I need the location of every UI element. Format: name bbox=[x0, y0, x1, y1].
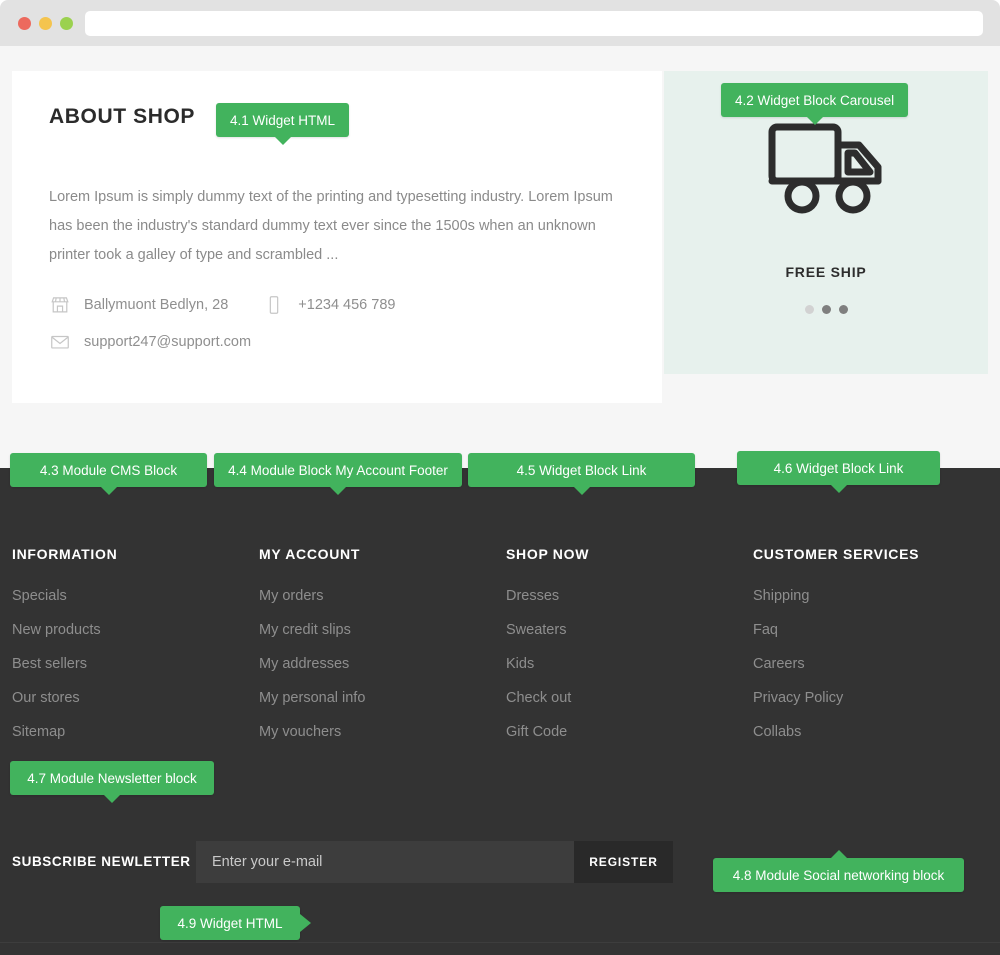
annotation-badge-4-5: 4.5 Widget Block Link bbox=[468, 453, 695, 495]
footer-heading-my-account: MY ACCOUNT bbox=[259, 546, 361, 562]
annotation-badge-4-6: 4.6 Widget Block Link bbox=[737, 451, 940, 493]
about-shop-description: Lorem Ipsum is simply dummy text of the … bbox=[49, 189, 613, 263]
footer-link-new-products[interactable]: New products bbox=[12, 622, 101, 638]
contact-phone: +1234 456 789 bbox=[263, 294, 395, 316]
list-item: Best sellers bbox=[12, 655, 117, 673]
list-item: Specials bbox=[12, 587, 117, 605]
footer-link-shipping[interactable]: Shipping bbox=[753, 588, 809, 604]
close-window-button[interactable] bbox=[18, 17, 31, 30]
contact-email-text: support247@support.com bbox=[84, 334, 252, 350]
footer-link-best-sellers[interactable]: Best sellers bbox=[12, 656, 87, 672]
footer-link-our-stores[interactable]: Our stores bbox=[12, 690, 80, 706]
contact-row-address-phone: Ballymuont Bedlyn, 28 +1234 456 789 bbox=[49, 294, 395, 316]
browser-window: ABOUT SHOP Lorem Ipsum is simply dummy t… bbox=[0, 0, 1000, 955]
list-item: Our stores bbox=[12, 689, 117, 707]
newsletter-label: SUBSCRIBE NEWLETTER bbox=[12, 854, 191, 869]
list-item: Sweaters bbox=[506, 621, 589, 639]
contact-info: Ballymuont Bedlyn, 28 +1234 456 789 supp… bbox=[49, 294, 395, 368]
carousel-dots bbox=[664, 305, 988, 314]
copyright-bar: © Copyright 2016 Leo Boutique. Powered b… bbox=[0, 942, 1000, 955]
footer-link-my-vouchers[interactable]: My vouchers bbox=[259, 724, 341, 740]
annotation-badge-4-3: 4.3 Module CMS Block bbox=[10, 453, 207, 495]
about-shop-header: ABOUT SHOP bbox=[49, 105, 195, 129]
contact-row-email: support247@support.com bbox=[49, 331, 395, 353]
list-item: Careers bbox=[753, 655, 919, 673]
page-title: ABOUT SHOP bbox=[49, 105, 196, 128]
contact-phone-text: +1234 456 789 bbox=[298, 297, 396, 313]
list-item: Faq bbox=[753, 621, 919, 639]
annotation-badge-4-4: 4.4 Module Block My Account Footer bbox=[214, 453, 462, 495]
footer-link-dresses[interactable]: Dresses bbox=[506, 588, 559, 604]
list-item: Dresses bbox=[506, 587, 589, 605]
footer-column-customer-services: CUSTOMER SERVICES Shipping Faq Careers P… bbox=[753, 546, 919, 757]
contact-email: support247@support.com bbox=[49, 331, 251, 353]
list-item: My orders bbox=[259, 587, 365, 605]
footer-list-my-account: My orders My credit slips My addresses M… bbox=[259, 587, 365, 741]
carousel-slide-label: FREE SHIP bbox=[785, 264, 867, 280]
phone-icon bbox=[263, 294, 285, 316]
list-item: My vouchers bbox=[259, 723, 365, 741]
contact-address-text: Ballymuont Bedlyn, 28 bbox=[84, 297, 229, 313]
footer-heading-shop-now: SHOP NOW bbox=[506, 546, 590, 562]
footer-heading-customer-services: CUSTOMER SERVICES bbox=[753, 546, 920, 562]
footer-link-privacy-policy[interactable]: Privacy Policy bbox=[753, 690, 843, 706]
footer-link-sitemap[interactable]: Sitemap bbox=[12, 724, 65, 740]
store-icon bbox=[49, 294, 71, 316]
list-item: My credit slips bbox=[259, 621, 365, 639]
list-item: Privacy Policy bbox=[753, 689, 919, 707]
footer-link-my-orders[interactable]: My orders bbox=[259, 588, 323, 604]
contact-address: Ballymuont Bedlyn, 28 bbox=[49, 294, 228, 316]
annotation-badge-4-2: 4.2 Widget Block Carousel bbox=[721, 83, 909, 125]
list-item: My personal info bbox=[259, 689, 365, 707]
maximize-window-button[interactable] bbox=[60, 17, 73, 30]
page-viewport: ABOUT SHOP Lorem Ipsum is simply dummy t… bbox=[0, 46, 1000, 955]
footer-column-shop-now: SHOP NOW Dresses Sweaters Kids Check out… bbox=[506, 546, 589, 757]
carousel-dot-1[interactable] bbox=[804, 305, 814, 314]
footer-column-my-account: MY ACCOUNT My orders My credit slips My … bbox=[259, 546, 365, 757]
list-item: Sitemap bbox=[12, 723, 117, 741]
footer-column-information: INFORMATION Specials New products Best s… bbox=[12, 546, 117, 757]
browser-chrome bbox=[0, 0, 1000, 46]
footer-link-my-addresses[interactable]: My addresses bbox=[259, 656, 349, 672]
annotation-badge-4-8: 4.8 Module Social networking block bbox=[713, 850, 964, 892]
footer-heading-information: INFORMATION bbox=[12, 546, 118, 562]
minimize-window-button[interactable] bbox=[39, 17, 52, 30]
list-item: Kids bbox=[506, 655, 589, 673]
list-item: Collabs bbox=[753, 723, 919, 741]
footer-link-careers[interactable]: Careers bbox=[753, 656, 805, 672]
window-controls bbox=[18, 17, 73, 30]
footer-link-kids[interactable]: Kids bbox=[506, 656, 534, 672]
footer-link-gift-code[interactable]: Gift Code bbox=[506, 724, 567, 740]
footer-link-check-out[interactable]: Check out bbox=[506, 690, 571, 706]
newsletter-email-input[interactable] bbox=[196, 841, 574, 883]
footer-link-collabs[interactable]: Collabs bbox=[753, 724, 801, 740]
envelope-icon bbox=[49, 331, 71, 353]
carousel-dot-2[interactable] bbox=[821, 305, 831, 314]
address-bar[interactable] bbox=[85, 11, 983, 36]
footer-link-my-personal-info[interactable]: My personal info bbox=[259, 690, 365, 706]
footer-link-specials[interactable]: Specials bbox=[12, 588, 67, 604]
newsletter-register-button[interactable]: REGISTER bbox=[574, 841, 673, 883]
list-item: Check out bbox=[506, 689, 589, 707]
footer-link-my-credit-slips[interactable]: My credit slips bbox=[259, 622, 351, 638]
annotation-badge-4-9: 4.9 Widget HTML bbox=[160, 906, 311, 940]
list-item: Gift Code bbox=[506, 723, 589, 741]
list-item: Shipping bbox=[753, 587, 919, 605]
list-item: New products bbox=[12, 621, 117, 639]
list-item: My addresses bbox=[259, 655, 365, 673]
footer-link-sweaters[interactable]: Sweaters bbox=[506, 622, 566, 638]
footer-link-faq[interactable]: Faq bbox=[753, 622, 778, 638]
annotation-badge-4-1: 4.1 Widget HTML bbox=[216, 103, 350, 145]
annotation-badge-4-7: 4.7 Module Newsletter block bbox=[10, 761, 214, 803]
footer-list-customer-services: Shipping Faq Careers Privacy Policy Coll… bbox=[753, 587, 919, 741]
delivery-truck-icon bbox=[766, 119, 886, 223]
footer-list-information: Specials New products Best sellers Our s… bbox=[12, 587, 117, 741]
footer-list-shop-now: Dresses Sweaters Kids Check out Gift Cod… bbox=[506, 587, 589, 741]
carousel-dot-3[interactable] bbox=[838, 305, 848, 314]
